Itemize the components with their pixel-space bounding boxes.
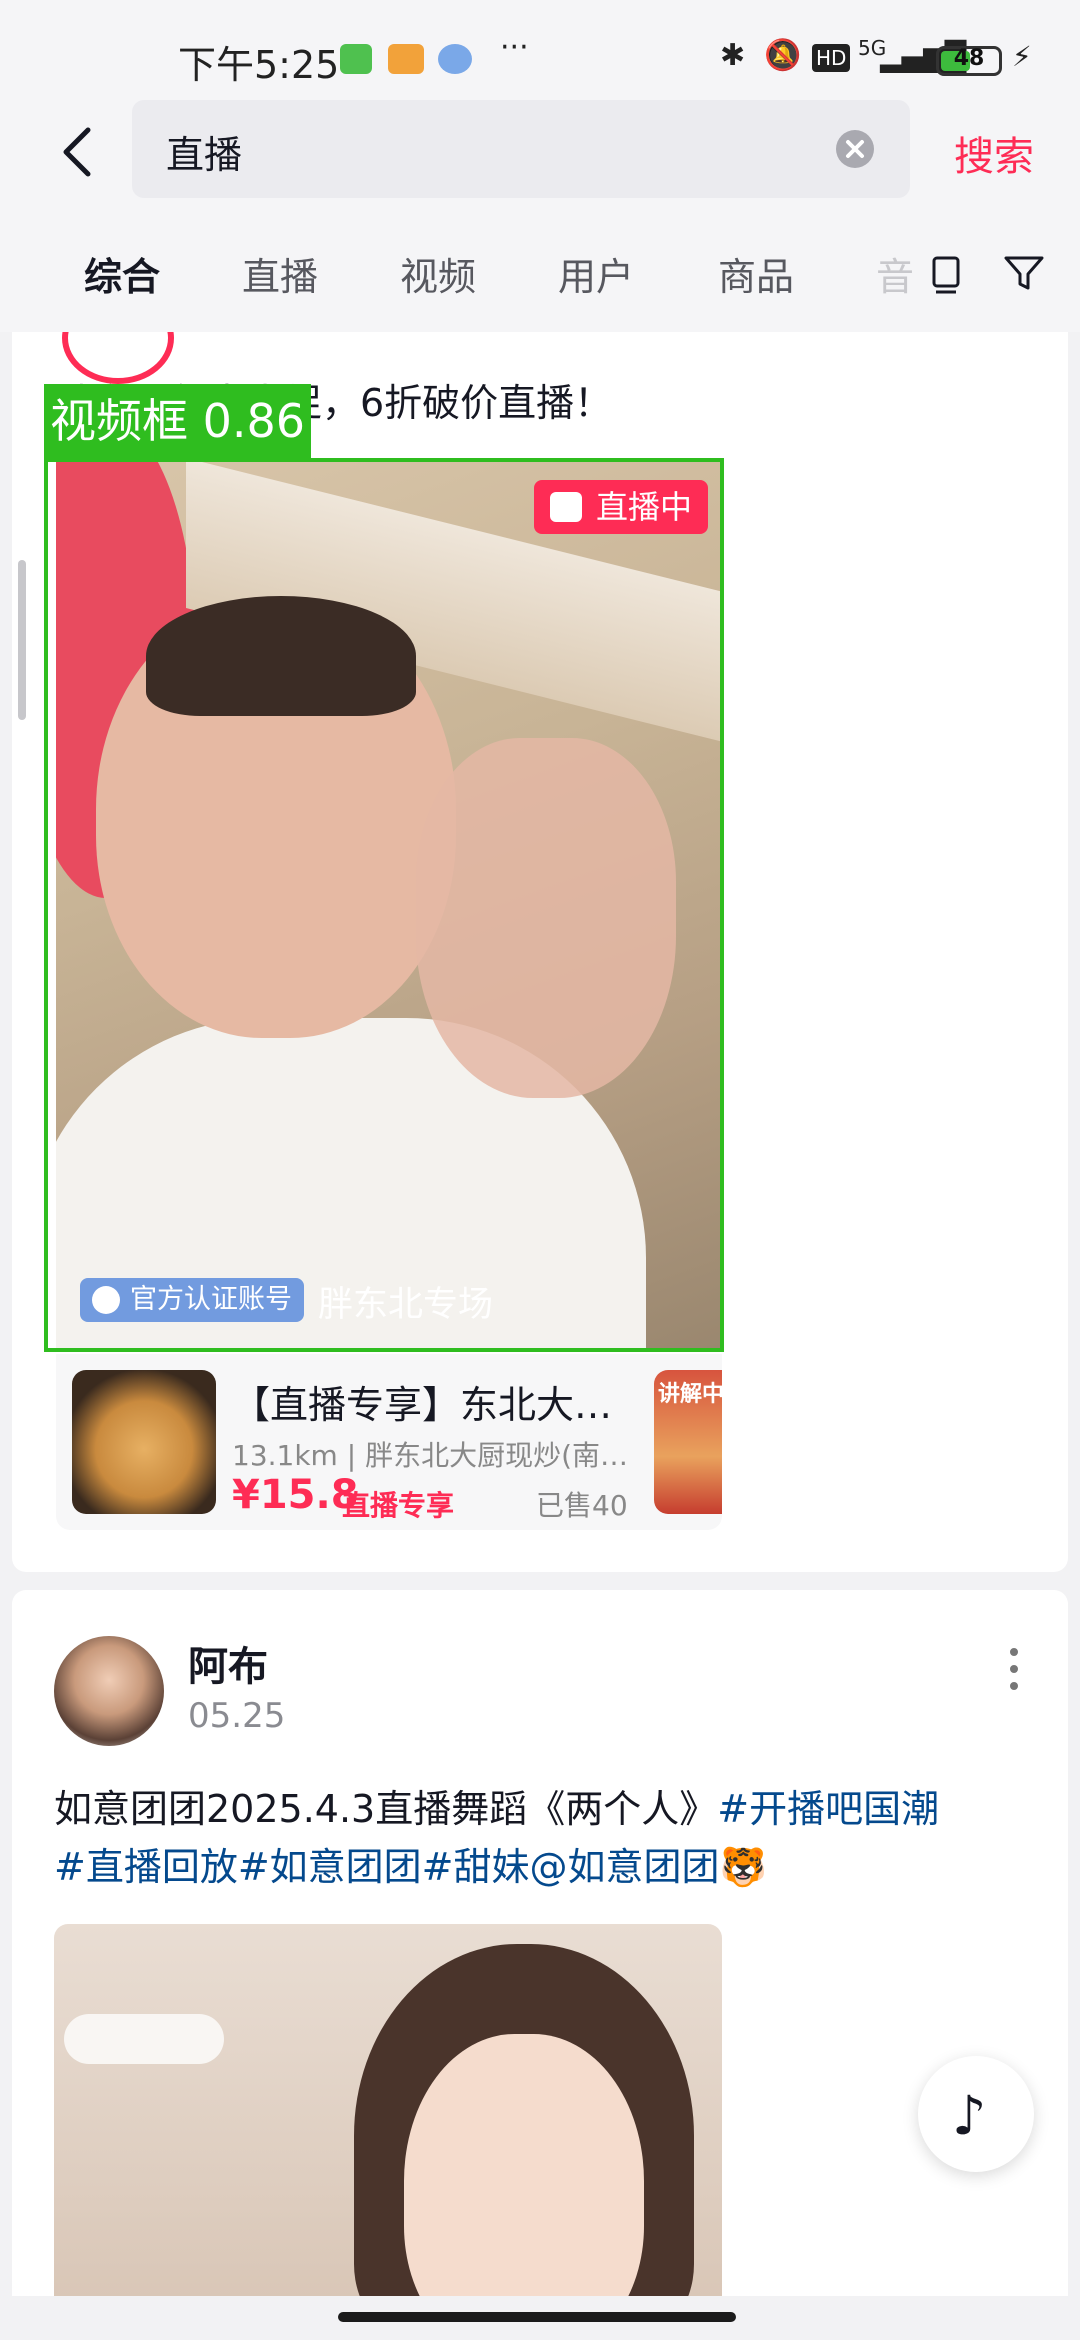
tab-goods[interactable]: 商品 <box>718 246 794 301</box>
battery-text: 48 <box>953 46 985 71</box>
status-time: 下午5:25 <box>178 43 340 87</box>
product-image <box>72 1370 216 1514</box>
product-card[interactable]: 【直播专享】东北大… 13.1km | 胖东北大厨现炒(南… ¥15.8 直播专… <box>56 1354 722 1530</box>
search-header: 直播 搜索 <box>0 100 1080 210</box>
sold-count: 已售40 <box>536 1489 628 1522</box>
video-thumbnail[interactable] <box>54 1924 722 2310</box>
scrollbar[interactable] <box>18 560 26 720</box>
tab-users[interactable]: 用户 <box>558 246 634 301</box>
post-date: 05.25 <box>188 1696 286 1736</box>
layout-toggle-icon[interactable] <box>922 248 970 296</box>
battery-icon: 48 <box>936 46 1002 76</box>
status-bar: 下午5:25 ··· ✱ 🔕 HD 5G ▂▄▆█ 48 ⚡ <box>0 0 1080 100</box>
avatar[interactable] <box>54 1636 164 1746</box>
result-tabs: 综合 直播 视频 用户 商品 音 <box>0 210 1080 332</box>
search-input[interactable]: 直播 <box>132 100 910 198</box>
caption-text: 如意团团2025.4.3直播舞蹈《两个人》 <box>54 1787 718 1831</box>
tab-music[interactable]: 音 <box>876 246 914 301</box>
background-lamp <box>64 2014 224 2064</box>
cloud-notification-icon <box>438 44 472 74</box>
mute-icon: 🔕 <box>764 38 802 73</box>
clear-icon[interactable] <box>836 130 874 168</box>
tab-comprehensive[interactable]: 综合 <box>84 246 160 301</box>
product-price: ¥15.8 <box>232 1472 359 1518</box>
detection-label: 视频框 0.86 <box>44 384 312 458</box>
app58-notification-icon <box>388 44 424 74</box>
douyin-float-button[interactable]: ♪ <box>918 2056 1034 2172</box>
tab-live[interactable]: 直播 <box>242 246 318 301</box>
live-result-card[interactable]: 胖东北年中大促，6折破价直播！ 直播中 官方认证账号 胖东北专场 视频框 0.8… <box>12 332 1068 1572</box>
hd-icon: HD <box>812 44 851 72</box>
post-caption: 如意团团2025.4.3直播舞蹈《两个人》#开播吧国潮 #直播回放#如意团团#甜… <box>54 1780 1034 1896</box>
video-result-card[interactable]: 阿布 05.25 如意团团2025.4.3直播舞蹈《两个人》#开播吧国潮 #直播… <box>12 1590 1068 2310</box>
search-query: 直播 <box>166 133 243 177</box>
charging-icon: ⚡ <box>1012 40 1032 73</box>
explaining-product-thumb[interactable]: 讲解中 <box>654 1370 722 1514</box>
bluetooth-icon: ✱ <box>720 38 746 73</box>
more-notifications-icon: ··· <box>500 30 529 65</box>
back-icon[interactable] <box>50 122 110 182</box>
search-button[interactable]: 搜索 <box>954 124 1034 182</box>
douyin-icon: ♪ <box>952 2084 987 2147</box>
username[interactable]: 阿布 <box>188 1634 268 1692</box>
explaining-label: 讲解中 <box>658 1382 722 1407</box>
more-options-icon[interactable] <box>1008 1648 1020 1698</box>
home-indicator[interactable] <box>338 2312 736 2322</box>
tab-video[interactable]: 视频 <box>400 246 476 301</box>
hashtag-link[interactable]: #开播吧国潮 <box>717 1787 939 1831</box>
price-tag: 直播专享 <box>342 1489 455 1522</box>
product-meta: 13.1km | 胖东北大厨现炒(南… <box>232 1439 628 1472</box>
person-face <box>404 2034 644 2310</box>
hashtag-link[interactable]: #直播回放#如意团团#甜妹@如意团团🐯 <box>54 1845 767 1889</box>
filter-icon[interactable] <box>1000 248 1048 296</box>
product-title: 【直播专享】东北大… <box>232 1383 613 1427</box>
detection-box <box>44 458 724 1352</box>
app-notification-icon <box>340 44 372 74</box>
